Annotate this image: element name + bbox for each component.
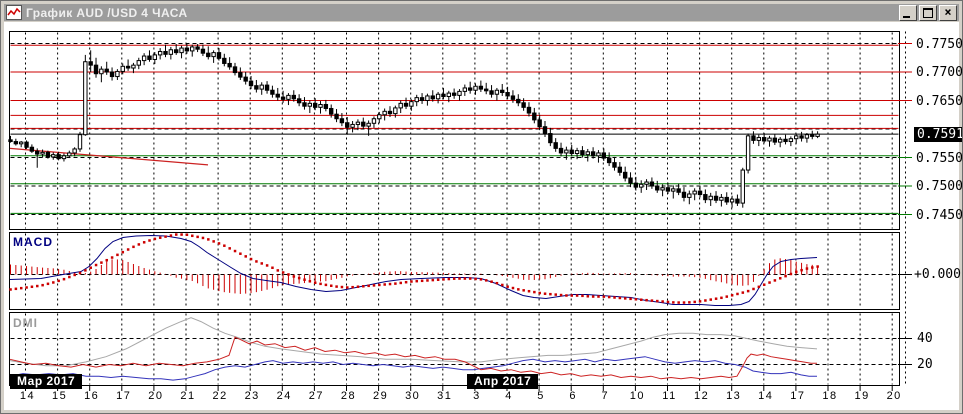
price-axis-label: 0.7450 [916,207,963,223]
price-axis-label: 0.7650 [916,93,963,109]
date-axis-label: 22 [212,390,228,402]
dmi-level-20-label: 20 [917,357,933,372]
date-axis-label: 20 [886,390,902,402]
price-axis-label: 0.7500 [916,179,963,194]
date-axis-label: 29 [372,390,389,402]
date-axis-label: 14 [19,390,36,402]
price-axis-label: 0.7750 [916,36,963,52]
date-axis-label: 24 [276,390,292,402]
date-axis-label: 17 [116,390,132,402]
date-axis-label: 5 [537,390,545,402]
date-axis-label: 21 [180,390,196,402]
date-axis-label: 7 [601,390,610,402]
macd-zero-label: +0.000 [914,267,961,282]
month-badge-march: Мар 2017 [10,374,83,389]
price-chart-canvas[interactable] [1,1,963,414]
date-axis-label: 11 [662,390,677,402]
date-axis-label: 13 [726,390,742,402]
date-axis-label: 30 [405,390,421,402]
window-title: График AUD /USD 4 ЧАСА [26,5,188,20]
date-axis-label: 31 [437,390,453,402]
date-axis-label: 4 [505,390,513,402]
date-axis-label: 23 [244,390,260,402]
dmi-level-40-label: 40 [917,331,933,346]
month-badge-april: Апр 2017 [467,374,539,389]
minimize-icon [903,15,910,18]
maximize-icon [923,7,933,18]
date-axis-label: 20 [148,390,164,402]
chart-app-icon [6,5,22,20]
date-axis-label: 10 [629,390,646,402]
macd-panel-label: MACD [13,235,53,249]
price-axis-label: 0.7700 [916,65,963,80]
date-axis-label: 17 [790,390,806,402]
date-axis-label: 27 [308,390,325,402]
close-button[interactable]: × [939,4,957,21]
dmi-panel-label: DMI [13,316,38,330]
chart-window: График AUD /USD 4 ЧАСА × MACD DMI +0.000… [0,0,963,414]
date-axis-label: 16 [84,390,100,402]
date-axis-label: 19 [854,390,870,402]
date-axis-label: 12 [693,390,710,402]
date-axis-label: 14 [758,390,774,402]
current-price-badge: 0.7591 [914,127,962,142]
minimize-button[interactable] [899,4,917,21]
date-axis-label: 15 [51,390,68,402]
date-axis-label: 6 [569,390,577,402]
title-bar[interactable]: График AUD /USD 4 ЧАСА × [4,4,959,21]
date-axis-label: 28 [340,390,357,402]
close-icon: × [944,4,952,19]
maximize-button[interactable] [919,4,937,21]
price-axis-label: 0.7550 [916,150,963,166]
date-axis-label: 18 [822,390,838,402]
date-axis-label: 3 [473,390,481,402]
